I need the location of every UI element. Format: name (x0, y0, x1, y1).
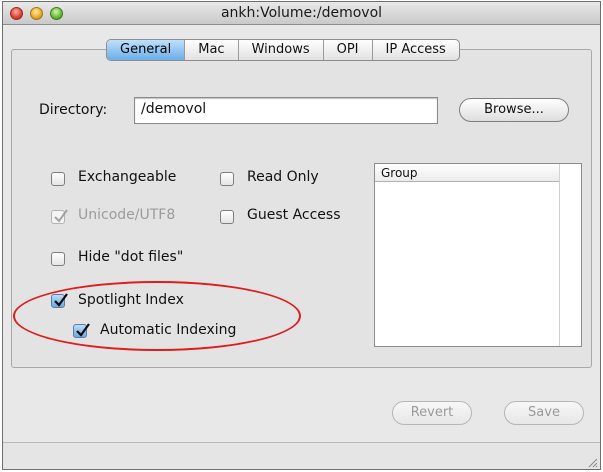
tab-opi[interactable]: OPI (324, 40, 373, 60)
directory-label: Directory: (39, 102, 108, 118)
spotlight-index-label: Spotlight Index (78, 292, 184, 308)
browse-button[interactable]: Browse... (459, 98, 569, 122)
tab-ip-access[interactable]: IP Access (373, 40, 459, 60)
exchangeable-checkbox[interactable] (51, 172, 65, 186)
checkmark-icon (54, 209, 68, 223)
unicode-utf8-checkbox[interactable] (51, 209, 68, 224)
automatic-indexing-checkbox[interactable] (73, 323, 90, 338)
group-list[interactable]: Group (374, 163, 582, 347)
title-bar[interactable]: ankh:Volume:/demovol (3, 2, 600, 25)
list-divider (559, 164, 560, 346)
exchangeable-label: Exchangeable (78, 169, 177, 185)
guest-access-checkbox[interactable] (220, 210, 234, 224)
tab-mac[interactable]: Mac (185, 40, 239, 60)
read-only-label: Read Only (247, 169, 319, 185)
window-title: ankh:Volume:/demovol (220, 5, 383, 21)
tab-general[interactable]: General (107, 40, 186, 60)
unicode-utf8-label: Unicode/UTF8 (78, 207, 176, 223)
checkmark-icon (54, 293, 68, 307)
hide-dot-files-checkbox[interactable] (51, 252, 65, 266)
read-only-checkbox[interactable] (220, 172, 234, 186)
status-bar (3, 442, 600, 469)
spotlight-index-checkbox[interactable] (51, 293, 68, 308)
hide-dot-files-label: Hide "dot files" (78, 249, 184, 265)
group-column-header[interactable]: Group (375, 164, 559, 182)
tab-windows[interactable]: Windows (239, 40, 324, 60)
resize-grip-icon[interactable] (586, 456, 598, 468)
tab-bar: General Mac Windows OPI IP Access (106, 39, 460, 61)
checkmark-icon (76, 323, 90, 337)
volume-window: ankh:Volume:/demovol General Mac Windows… (2, 1, 601, 470)
guest-access-label: Guest Access (247, 207, 341, 223)
revert-button[interactable]: Revert (392, 401, 472, 425)
directory-field[interactable]: /demovol (134, 97, 438, 124)
automatic-indexing-label: Automatic Indexing (100, 322, 237, 338)
save-button[interactable]: Save (504, 401, 584, 425)
